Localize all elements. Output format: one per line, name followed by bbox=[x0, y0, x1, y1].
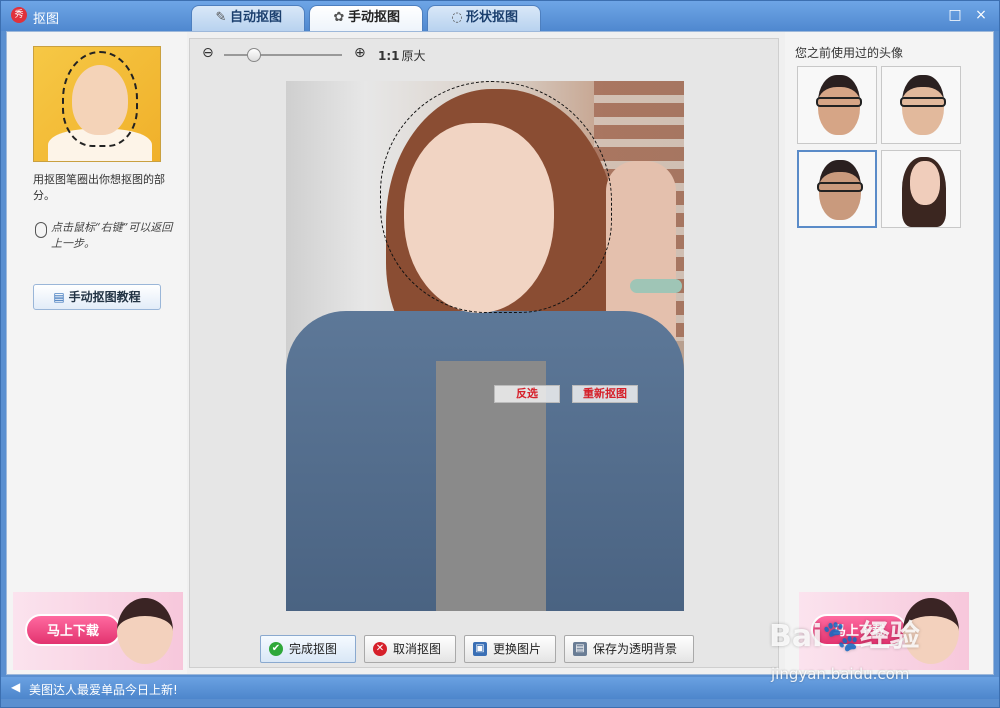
recent-avatar[interactable] bbox=[797, 66, 877, 144]
baidu-watermark-url: jingyan.baidu.com bbox=[771, 665, 910, 683]
avatar-glasses bbox=[816, 97, 862, 107]
replace-label: 更换图片 bbox=[493, 642, 542, 656]
actual-size-toggle[interactable]: 1:1 原大 bbox=[378, 47, 426, 64]
right-panel: 您之前使用过的头像 马上下载 bbox=[785, 32, 993, 674]
tutorial-button[interactable]: ▤ 手动抠图教程 bbox=[33, 284, 161, 310]
cancel-cutout-button[interactable]: ✕ 取消抠图 bbox=[364, 635, 456, 663]
status-news-link[interactable]: 美图达人最爱单品今日上新! bbox=[29, 681, 178, 698]
download-ad-left[interactable]: 马上下载 bbox=[13, 592, 183, 670]
recent-avatar-selected[interactable] bbox=[797, 150, 877, 228]
save-transparent-button[interactable]: ▤ 保存为透明背景 bbox=[564, 635, 694, 663]
example-thumbnail bbox=[33, 46, 161, 162]
zoom-slider-knob[interactable] bbox=[246, 48, 261, 62]
bracelet bbox=[630, 279, 682, 293]
tab-label: 形状抠图 bbox=[465, 10, 518, 25]
maximize-icon[interactable]: □ bbox=[947, 7, 963, 23]
tab-shape-cutout[interactable]: ◌ 形状抠图 bbox=[427, 5, 541, 31]
save-label: 保存为透明背景 bbox=[593, 642, 678, 656]
main-content: 用抠图笔圈出你想抠图的部分。 点击鼠标“右键”可以返回上一步。 ▤ 手动抠图教程 … bbox=[6, 31, 994, 675]
app-window: 秀 抠图 ✎ 自动抠图 ✿ 手动抠图 ◌ 形状抠图 □ × 用抠图笔圈出你想抠图的部分… bbox=[0, 0, 1000, 708]
shape-icon: ◌ bbox=[451, 10, 463, 25]
close-icon[interactable]: × bbox=[973, 7, 989, 23]
speaker-icon: ◀ bbox=[11, 680, 21, 694]
title-bar[interactable]: 秀 抠图 ✎ 自动抠图 ✿ 手动抠图 ◌ 形状抠图 □ × bbox=[1, 1, 999, 31]
finish-label: 完成抠图 bbox=[289, 642, 338, 656]
cancel-icon: ✕ bbox=[373, 642, 387, 656]
avatar-glasses bbox=[817, 182, 863, 192]
recent-avatar[interactable] bbox=[881, 150, 961, 228]
example-cutline bbox=[62, 51, 138, 147]
cancel-label: 取消抠图 bbox=[393, 642, 442, 656]
window-title: 抠图 bbox=[33, 12, 60, 27]
tab-auto-cutout[interactable]: ✎ 自动抠图 bbox=[191, 5, 305, 31]
zoom-slider[interactable] bbox=[224, 54, 342, 56]
left-panel: 用抠图笔圈出你想抠图的部分。 点击鼠标“右键”可以返回上一步。 ▤ 手动抠图教程 … bbox=[7, 32, 187, 674]
zoom-out-icon[interactable]: ⊖ bbox=[202, 45, 214, 61]
invert-selection-button[interactable]: 反选 bbox=[494, 385, 560, 403]
baidu-watermark: Bai🐾经验 bbox=[769, 619, 920, 654]
tab-manual-cutout[interactable]: ✿ 手动抠图 bbox=[309, 5, 423, 31]
cutout-hint: 用抠图笔圈出你想抠图的部分。 bbox=[33, 173, 165, 202]
recent-avatar[interactable] bbox=[881, 66, 961, 144]
image-icon: ▣ bbox=[473, 642, 487, 656]
replace-image-button[interactable]: ▣ 更换图片 bbox=[464, 635, 556, 663]
download-button[interactable]: 马上下载 bbox=[25, 614, 121, 646]
ratio-label: 原大 bbox=[401, 49, 426, 63]
check-icon: ✔ bbox=[269, 642, 283, 656]
save-icon: ▤ bbox=[573, 642, 587, 656]
cutout-path[interactable] bbox=[380, 81, 612, 313]
finish-cutout-button[interactable]: ✔ 完成抠图 bbox=[260, 635, 356, 663]
redo-cutout-button[interactable]: 重新抠图 bbox=[572, 385, 638, 403]
ratio-value: 1:1 bbox=[378, 49, 400, 63]
brush-icon: ✎ bbox=[215, 10, 227, 25]
book-icon: ▤ bbox=[53, 290, 65, 304]
recent-avatars-label: 您之前使用过的头像 bbox=[795, 46, 904, 60]
mouse-icon bbox=[35, 222, 47, 238]
hand-icon: ✿ bbox=[333, 10, 345, 25]
editor-panel: ⊖ ⊕ 1:1 原大 反选 重新抠图 ✔ 完成抠图 ✕ 取消抠图 ▣ 更换图片 … bbox=[189, 38, 779, 668]
tab-label: 手动抠图 bbox=[347, 10, 400, 25]
app-logo-icon: 秀 bbox=[11, 7, 27, 23]
avatar-glasses bbox=[900, 97, 946, 107]
tutorial-label: 手动抠图教程 bbox=[68, 290, 141, 304]
undo-hint: 点击鼠标“右键”可以返回上一步。 bbox=[51, 221, 173, 250]
avatar-face bbox=[910, 161, 940, 205]
tab-label: 自动抠图 bbox=[229, 10, 282, 25]
ad-model bbox=[117, 598, 173, 664]
photo-canvas[interactable]: 反选 重新抠图 bbox=[286, 81, 684, 611]
zoom-in-icon[interactable]: ⊕ bbox=[354, 45, 366, 61]
